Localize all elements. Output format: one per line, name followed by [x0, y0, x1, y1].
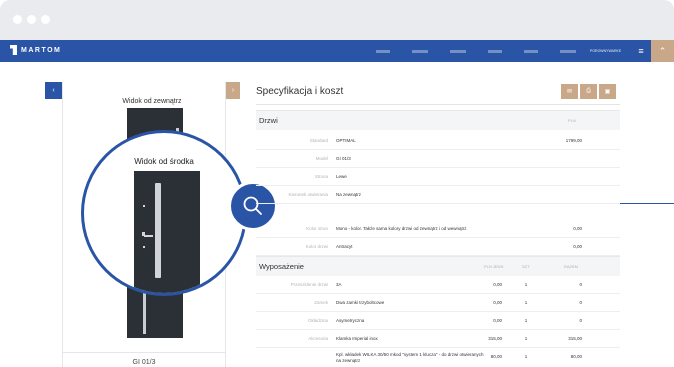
menu-button[interactable]: ≡ — [631, 40, 651, 62]
topnav-item[interactable] — [412, 49, 428, 53]
topnav-item[interactable] — [376, 49, 390, 53]
row-unit-price: 80,00 — [490, 354, 502, 359]
door-lock-icon — [143, 205, 145, 207]
row-price: 1799,00 — [565, 138, 582, 143]
divider — [62, 352, 226, 353]
row-value: Mono - kolor. Także sama kolory drzwi od… — [336, 226, 467, 231]
row-value: 3A — [336, 282, 342, 287]
row-value: Lewe — [336, 174, 347, 179]
door-glass-strip — [155, 183, 161, 278]
column-header: PLN — [568, 118, 576, 123]
row-value: Na zewnątrz — [336, 192, 362, 197]
row-label: Model — [315, 156, 328, 161]
scroll-top-button[interactable]: ⌃ — [651, 40, 674, 62]
row-label: Standard — [309, 138, 328, 143]
row-unit-price: 315,00 — [488, 336, 502, 341]
row-value: OPTIMAL — [336, 138, 356, 143]
row-total: 315,00 — [568, 336, 582, 341]
row-label: Strona — [314, 174, 328, 179]
app-header: MARTOM POROWNYWARKE — [0, 40, 674, 62]
row-qty: 1 — [524, 336, 528, 341]
column-header: SZT — [522, 264, 530, 269]
row-qty: 1 — [524, 318, 528, 323]
row-label: Okładzina — [307, 318, 328, 323]
row-label: Kierunek otwierania — [288, 192, 328, 197]
row-label: Akcesoria — [308, 336, 328, 341]
section-equipment-header: Wyposażenie PLN JEDN SZT RAZEM — [256, 256, 620, 276]
top-navigation: POROWNYWARKE — [354, 40, 621, 62]
row-price: 0,00 — [573, 226, 582, 231]
row-value: Kpl. wkładek WILKA 30/50 mkod "system 1 … — [336, 352, 484, 363]
table-row: Standard OPTIMAL 1799,00 — [256, 132, 620, 150]
row-value: GI 01/3 — [336, 156, 351, 161]
mail-icon[interactable]: ✉ — [561, 84, 578, 99]
door-handle-icon — [144, 235, 153, 237]
table-row: Przeszklenie drzwi 3A 0,00 1 0 — [256, 276, 620, 294]
row-unit-price: 0,00 — [493, 282, 502, 287]
row-label: Przeszklenie drzwi — [290, 282, 328, 287]
brand-mark-icon — [10, 45, 17, 55]
topnav-item-compare[interactable]: POROWNYWARKE — [590, 49, 621, 53]
section-title: Drzwi — [259, 116, 278, 125]
table-row: Kpl. wkładek WILKA 30/50 mkod "system 1 … — [256, 348, 620, 366]
spec-title: Specyfikacja i koszt — [256, 86, 344, 97]
row-unit-price: 0,00 — [493, 318, 502, 323]
section-title: Wyposażenie — [259, 262, 304, 271]
door-glass-strip — [143, 290, 146, 334]
table-row: Okładzina Asymetryczna 0,00 1 0 — [256, 312, 620, 330]
browser-chrome — [0, 0, 674, 40]
column-header: RAZEM — [564, 264, 578, 269]
row-unit-price: 0,00 — [493, 300, 502, 305]
row-total: 0 — [579, 282, 582, 287]
row-label: Kolor strun — [306, 226, 328, 231]
table-row: Kierunek otwierania Na zewnątrz — [256, 186, 620, 204]
row-price: 0,00 — [573, 244, 582, 249]
save-icon[interactable]: ▣ — [599, 84, 616, 99]
row-qty: 1 — [524, 354, 528, 359]
brand-name: MARTOM — [21, 46, 62, 54]
next-view-button[interactable]: › — [226, 82, 240, 99]
column-header: PLN JEDN — [484, 264, 504, 269]
table-row: Zamek Dwa zamki trzyboltcowe 0,00 1 0 — [256, 294, 620, 312]
section-drzwi-header: Drzwi PLN — [256, 110, 620, 130]
row-total: 0 — [579, 300, 582, 305]
brand-logo[interactable]: MARTOM — [10, 45, 61, 55]
row-value: Klamka Imperial inox — [336, 336, 378, 341]
row-value: Asymetryczna — [336, 318, 365, 323]
magnifier-view: Widok od środka — [81, 130, 247, 296]
row-total: 0 — [579, 318, 582, 323]
print-icon[interactable]: ⎙ — [580, 84, 597, 99]
table-row: Akcesoria Klamka Imperial inox 315,00 1 … — [256, 330, 620, 348]
divider — [256, 104, 620, 105]
inside-view-label: Widok od środka — [134, 157, 194, 166]
outside-view-label: Widok od zewnątrz — [122, 98, 182, 105]
topnav-item[interactable] — [450, 49, 466, 53]
window-dot-icon — [41, 15, 50, 24]
window-dot-icon — [27, 15, 36, 24]
model-caption: GI 01/3 — [132, 359, 156, 366]
topnav-item[interactable] — [524, 49, 538, 53]
row-qty: 1 — [524, 282, 528, 287]
row-label: Kolor drzwi — [305, 244, 328, 249]
row-value: Antracyt — [336, 244, 353, 249]
door-lock-icon — [143, 246, 145, 248]
topnav-item[interactable] — [488, 49, 502, 53]
table-row: Model GI 01/3 — [256, 150, 620, 168]
prev-view-button[interactable]: ‹ — [45, 82, 62, 99]
row-value: Dwa zamki trzyboltcowe — [336, 300, 385, 305]
row-qty: 1 — [524, 300, 528, 305]
table-row: Kolor strun Mono - kolor. Także sama kol… — [256, 220, 620, 238]
window-dot-icon — [13, 15, 22, 24]
topnav-item[interactable] — [560, 49, 576, 53]
row-label: Zamek — [314, 300, 328, 305]
row-total: 80,00 — [570, 354, 582, 359]
table-row: Strona Lewe — [256, 168, 620, 186]
table-row: Kolor drzwi Antracyt 0,00 — [256, 238, 620, 256]
